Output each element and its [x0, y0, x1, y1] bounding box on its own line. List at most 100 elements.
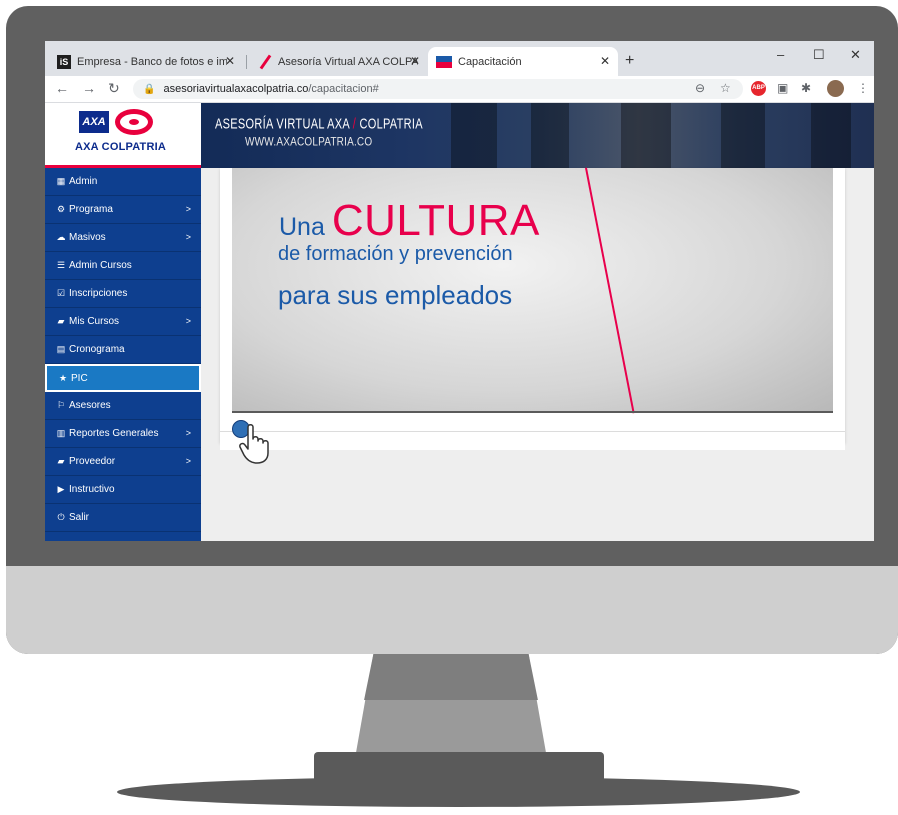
cast-icon[interactable]: ▣: [777, 81, 788, 95]
chevron-right-icon: >: [185, 428, 191, 438]
capacitacion-favicon-icon: [436, 55, 452, 68]
banner-photo: [721, 103, 765, 168]
sidebar-item-inscripciones[interactable]: ☑ Inscripciones: [45, 280, 201, 308]
sidebar: ▦ Admin ⚙ Programa > ☁ Masivos > ☰ Admin…: [45, 168, 201, 541]
list-icon: ☰: [56, 260, 66, 270]
sidebar-item-label: PIC: [71, 372, 88, 384]
new-tab-button[interactable]: +: [625, 52, 634, 70]
sidebar-item-label: Salir: [69, 512, 90, 523]
tab-asesoria[interactable]: Asesoría Virtual AXA COLPATRIA ✕: [248, 47, 428, 76]
banner-url: WWW.AXACOLPATRIA.CO: [245, 136, 373, 150]
sidebar-item-label: Inscripciones: [69, 288, 128, 299]
book-icon: ▰: [57, 456, 65, 466]
sidebar-item-admin-cursos[interactable]: ☰ Admin Cursos: [45, 252, 201, 280]
book-icon: ▰: [57, 316, 65, 326]
chevron-right-icon: >: [185, 456, 191, 466]
forward-arrow-icon[interactable]: →: [82, 80, 96, 96]
video-subtitle: de formación y prevención: [278, 243, 513, 265]
content-card-footer: [220, 431, 845, 450]
banner-photo: [531, 103, 569, 168]
hand-pointer-icon: [238, 423, 278, 470]
banner-photo: [811, 103, 851, 168]
sidebar-item-label: Instructivo: [69, 484, 115, 495]
sidebar-item-label: Asesores: [69, 400, 111, 411]
sidebar-item-label: Programa: [69, 204, 113, 215]
banner-photo: [621, 103, 671, 168]
video-player[interactable]: Una CULTURA de formación y prevención pa…: [232, 168, 833, 412]
zoom-icon[interactable]: ⊖: [695, 81, 705, 95]
sidebar-item-masivos[interactable]: ☁ Masivos >: [45, 224, 201, 252]
sidebar-item-admin[interactable]: ▦ Admin: [45, 168, 201, 196]
extensions-puzzle-icon[interactable]: ✱: [801, 81, 811, 95]
tab-close-icon[interactable]: ✕: [600, 54, 610, 68]
banner-photo: [451, 103, 497, 168]
sidebar-item-mis-cursos[interactable]: ▰ Mis Cursos >: [45, 308, 201, 336]
tab-separator: [246, 55, 247, 69]
monitor-stand-shadow: [364, 654, 538, 700]
flag-icon: ⚐: [56, 400, 66, 410]
page-header: AXA AXA COLPATRIA ASESORÍA VIRTUAL AXA /…: [45, 103, 874, 168]
tab-title: Capacitación: [458, 55, 522, 68]
sidebar-item-instructivo[interactable]: ▶ Instructivo: [45, 476, 201, 504]
url-host: asesoriavirtualaxacolpatria.co: [163, 83, 309, 95]
star-bookmark-icon[interactable]: ☆: [720, 81, 731, 95]
tab-title: Asesoría Virtual AXA COLPATRIA: [278, 55, 418, 68]
sidebar-item-programa[interactable]: ⚙ Programa >: [45, 196, 201, 224]
sidebar-item-label: Cronograma: [69, 344, 125, 355]
tab-close-icon[interactable]: ✕: [225, 54, 235, 68]
monitor-stand-base: [314, 752, 604, 786]
tab-empresa[interactable]: iS Empresa - Banco de fotos e imág ✕: [53, 47, 243, 76]
sidebar-item-label: Reportes Generales: [69, 428, 159, 439]
video-headline: Una CULTURA: [279, 196, 540, 245]
play-icon: ▶: [57, 484, 65, 494]
chart-icon: ▥: [56, 428, 66, 438]
tab-title: Empresa - Banco de fotos e imág: [77, 55, 227, 68]
checkbox-icon: ☑: [56, 288, 66, 298]
browser-toolbar: ← → ↻ 🔒 asesoriavirtualaxacolpatria.co/c…: [45, 76, 874, 103]
gear-icon: ⚙: [56, 204, 66, 214]
calendar-icon: ▤: [56, 344, 66, 354]
sidebar-item-cronograma[interactable]: ▤ Cronograma: [45, 336, 201, 364]
header-banner: ASESORÍA VIRTUAL AXA / COLPATRIA WWW.AXA…: [201, 103, 874, 168]
browser-window: iS Empresa - Banco de fotos e imág ✕ Ase…: [45, 41, 874, 541]
url-path: /capacitacion#: [308, 83, 379, 95]
sidebar-item-pic[interactable]: ★ PIC: [45, 364, 201, 392]
tab-bar: iS Empresa - Banco de fotos e imág ✕ Ase…: [45, 41, 874, 76]
chevron-right-icon: >: [185, 204, 191, 214]
colpatria-logo-icon: [115, 109, 153, 135]
axa-logo-mark: AXA: [79, 111, 109, 133]
close-window-button[interactable]: ✕: [850, 47, 861, 63]
sidebar-item-label: Admin Cursos: [69, 260, 132, 271]
profile-avatar[interactable]: [827, 80, 844, 97]
chevron-right-icon: >: [185, 316, 191, 326]
back-arrow-icon[interactable]: ←: [55, 80, 69, 96]
sidebar-item-asesores[interactable]: ⚐ Asesores: [45, 392, 201, 420]
logo-text: AXA COLPATRIA: [75, 141, 167, 153]
sidebar-item-label: Masivos: [69, 232, 106, 243]
power-icon: ⏻: [57, 512, 65, 522]
video-progress-track[interactable]: [232, 411, 833, 413]
sidebar-item-label: Proveedor: [69, 456, 116, 467]
monitor-chin: [6, 566, 898, 654]
istock-favicon-icon: iS: [57, 54, 71, 69]
axa-favicon-icon: [258, 55, 272, 69]
maximize-button[interactable]: ☐: [813, 47, 825, 63]
logo[interactable]: AXA AXA COLPATRIA: [45, 103, 201, 165]
address-bar[interactable]: 🔒 asesoriavirtualaxacolpatria.co/capacit…: [133, 79, 743, 99]
chevron-right-icon: >: [185, 232, 191, 242]
sidebar-item-proveedor[interactable]: ▰ Proveedor >: [45, 448, 201, 476]
tab-close-icon[interactable]: ✕: [410, 54, 420, 68]
video-tagline: para sus empleados: [278, 280, 513, 310]
minimize-button[interactable]: –: [777, 47, 784, 62]
star-icon: ★: [58, 372, 68, 383]
sidebar-item-reportes-generales[interactable]: ▥ Reportes Generales >: [45, 420, 201, 448]
reload-icon[interactable]: ↻: [108, 80, 120, 97]
grid-icon: ▦: [56, 176, 66, 186]
banner-title: ASESORÍA VIRTUAL AXA / COLPATRIA: [215, 117, 423, 133]
sidebar-item-label: Mis Cursos: [69, 316, 120, 327]
menu-kebab-icon[interactable]: ⋮: [857, 81, 869, 95]
tab-capacitacion[interactable]: Capacitación ✕: [428, 47, 618, 76]
lock-icon: 🔒: [143, 83, 156, 95]
adblock-extension-icon[interactable]: ABP: [751, 81, 766, 96]
sidebar-item-salir[interactable]: ⏻ Salir: [45, 504, 201, 532]
